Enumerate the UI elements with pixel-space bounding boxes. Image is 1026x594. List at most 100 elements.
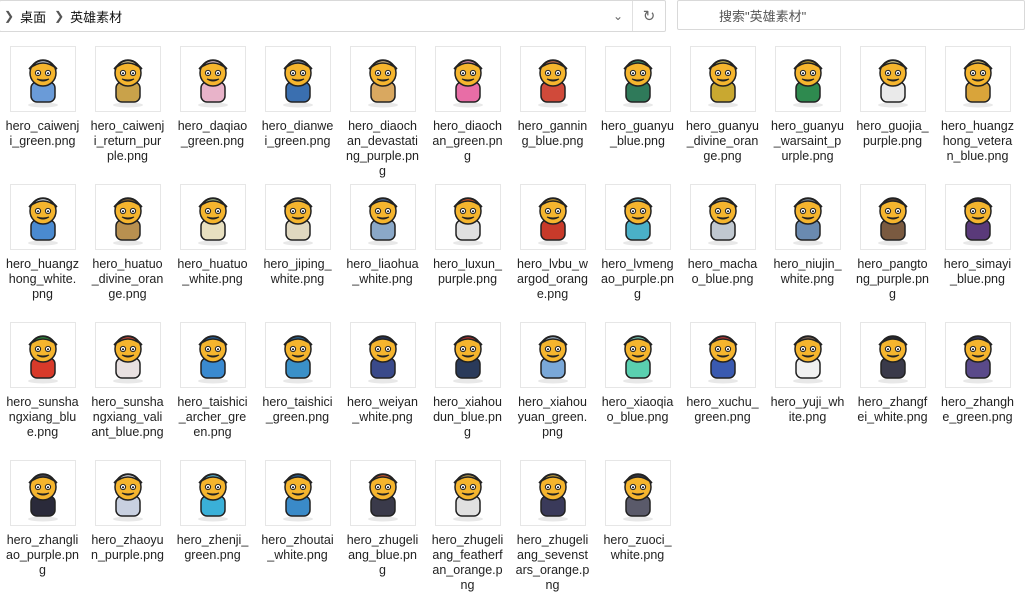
file-thumbnail[interactable] bbox=[94, 184, 161, 250]
file-item[interactable]: hero_machao_blue.png bbox=[680, 180, 765, 318]
file-name[interactable]: hero_machao_blue.png bbox=[686, 257, 760, 287]
file-item[interactable]: hero_zhangliao_purple.png bbox=[0, 456, 85, 594]
file-name[interactable]: hero_taishici_archer_green.png bbox=[176, 395, 250, 440]
chevron-down-icon[interactable]: ⌄ bbox=[605, 1, 631, 31]
refresh-icon[interactable]: ↻ bbox=[632, 1, 665, 31]
file-name[interactable]: hero_liaohua_white.png bbox=[346, 257, 420, 287]
file-item[interactable]: hero_zhanghe_green.png bbox=[935, 318, 1020, 456]
file-thumbnail[interactable] bbox=[179, 46, 246, 112]
file-thumbnail[interactable] bbox=[94, 460, 161, 526]
file-name[interactable]: hero_guanyu_blue.png bbox=[601, 119, 675, 149]
file-item[interactable]: hero_guanyu_blue.png bbox=[595, 42, 680, 180]
file-thumbnail[interactable] bbox=[349, 460, 416, 526]
file-name[interactable]: hero_diaochan_devastating_purple.png bbox=[346, 119, 420, 179]
file-name[interactable]: hero_diaochan_green.png bbox=[431, 119, 505, 164]
file-name[interactable]: hero_huatuo_white.png bbox=[176, 257, 250, 287]
file-item[interactable]: hero_taishici_archer_green.png bbox=[170, 318, 255, 456]
file-thumbnail[interactable] bbox=[9, 184, 76, 250]
file-thumbnail[interactable] bbox=[604, 184, 671, 250]
file-item[interactable]: hero_zuoci_white.png bbox=[595, 456, 680, 594]
file-name[interactable]: hero_pangtong_purple.png bbox=[856, 257, 930, 302]
file-name[interactable]: hero_zhangfei_white.png bbox=[856, 395, 930, 425]
file-item[interactable]: hero_niujin_white.png bbox=[765, 180, 850, 318]
file-name[interactable]: hero_yuji_white.png bbox=[771, 395, 845, 425]
file-name[interactable]: hero_zhugeliang_blue.png bbox=[346, 533, 420, 578]
file-thumbnail[interactable] bbox=[689, 46, 756, 112]
file-thumbnail[interactable] bbox=[944, 46, 1011, 112]
file-item[interactable]: hero_jiping_white.png bbox=[255, 180, 340, 318]
file-thumbnail[interactable] bbox=[9, 460, 76, 526]
file-item[interactable]: hero_luxun_purple.png bbox=[425, 180, 510, 318]
file-name[interactable]: hero_guojia_purple.png bbox=[856, 119, 930, 149]
file-item[interactable]: hero_caiwenji_green.png bbox=[0, 42, 85, 180]
search-input[interactable]: 搜索"英雄素材" bbox=[677, 0, 1025, 30]
file-thumbnail[interactable] bbox=[859, 184, 926, 250]
file-name[interactable]: hero_huangzhong_white.png bbox=[6, 257, 80, 302]
file-thumbnail[interactable] bbox=[434, 322, 501, 388]
file-name[interactable]: hero_ganning_blue.png bbox=[516, 119, 590, 149]
file-thumbnail[interactable] bbox=[689, 322, 756, 388]
file-name[interactable]: hero_xiahoudun_blue.png bbox=[431, 395, 505, 440]
file-item[interactable]: hero_sunshangxiang_blue.png bbox=[0, 318, 85, 456]
file-thumbnail[interactable] bbox=[434, 184, 501, 250]
file-thumbnail[interactable] bbox=[434, 460, 501, 526]
file-item[interactable]: hero_zhaoyun_purple.png bbox=[85, 456, 170, 594]
file-thumbnail[interactable] bbox=[264, 184, 331, 250]
file-item[interactable]: hero_sunshangxiang_valiant_blue.png bbox=[85, 318, 170, 456]
file-item[interactable]: hero_huatuo_divine_orange.png bbox=[85, 180, 170, 318]
file-name[interactable]: hero_guanyu_warsaint_purple.png bbox=[771, 119, 845, 164]
file-item[interactable]: hero_zhugeliang_sevenstars_orange.png bbox=[510, 456, 595, 594]
file-item[interactable]: hero_guojia_purple.png bbox=[850, 42, 935, 180]
file-thumbnail[interactable] bbox=[944, 322, 1011, 388]
file-item[interactable]: hero_xuchu_green.png bbox=[680, 318, 765, 456]
file-name[interactable]: hero_dianwei_green.png bbox=[261, 119, 335, 149]
file-item[interactable]: hero_diaochan_devastating_purple.png bbox=[340, 42, 425, 180]
file-item[interactable]: hero_simayi_blue.png bbox=[935, 180, 1020, 318]
file-thumbnail[interactable] bbox=[859, 46, 926, 112]
file-name[interactable]: hero_zhaoyun_purple.png bbox=[91, 533, 165, 563]
file-item[interactable]: hero_guanyu_warsaint_purple.png bbox=[765, 42, 850, 180]
file-name[interactable]: hero_zhanghe_green.png bbox=[941, 395, 1015, 425]
file-thumbnail[interactable] bbox=[264, 460, 331, 526]
file-thumbnail[interactable] bbox=[264, 46, 331, 112]
file-item[interactable]: hero_weiyan_white.png bbox=[340, 318, 425, 456]
chevron-right-icon[interactable]: ❯ bbox=[4, 9, 14, 23]
file-thumbnail[interactable] bbox=[264, 322, 331, 388]
file-name[interactable]: hero_xiaoqiao_blue.png bbox=[601, 395, 675, 425]
file-item[interactable]: hero_xiahouyuan_green.png bbox=[510, 318, 595, 456]
file-item[interactable]: hero_taishici_green.png bbox=[255, 318, 340, 456]
file-name[interactable]: hero_zhugeliang_featherfan_orange.png bbox=[431, 533, 505, 593]
file-name[interactable]: hero_zhangliao_purple.png bbox=[6, 533, 80, 578]
file-thumbnail[interactable] bbox=[519, 46, 586, 112]
file-thumbnail[interactable] bbox=[94, 46, 161, 112]
file-thumbnail[interactable] bbox=[944, 184, 1011, 250]
file-name[interactable]: hero_lvmengao_purple.png bbox=[601, 257, 675, 302]
file-thumbnail[interactable] bbox=[94, 322, 161, 388]
file-item[interactable]: hero_huatuo_white.png bbox=[170, 180, 255, 318]
file-name[interactable]: hero_zuoci_white.png bbox=[601, 533, 675, 563]
file-item[interactable]: hero_zhoutai_white.png bbox=[255, 456, 340, 594]
file-item[interactable]: hero_huangzhong_white.png bbox=[0, 180, 85, 318]
file-item[interactable]: hero_lvbu_wargod_orange.png bbox=[510, 180, 595, 318]
file-name[interactable]: hero_huangzhong_veteran_blue.png bbox=[941, 119, 1015, 164]
file-name[interactable]: hero_sunshangxiang_blue.png bbox=[6, 395, 80, 440]
file-thumbnail[interactable] bbox=[859, 322, 926, 388]
file-thumbnail[interactable] bbox=[179, 322, 246, 388]
file-thumbnail[interactable] bbox=[349, 46, 416, 112]
file-item[interactable]: hero_liaohua_white.png bbox=[340, 180, 425, 318]
file-thumbnail[interactable] bbox=[519, 322, 586, 388]
file-thumbnail[interactable] bbox=[519, 460, 586, 526]
file-item[interactable]: hero_ganning_blue.png bbox=[510, 42, 595, 180]
file-thumbnail[interactable] bbox=[519, 184, 586, 250]
file-name[interactable]: hero_xuchu_green.png bbox=[686, 395, 760, 425]
file-item[interactable]: hero_zhangfei_white.png bbox=[850, 318, 935, 456]
file-name[interactable]: hero_daqiao_green.png bbox=[176, 119, 250, 149]
file-item[interactable]: hero_zhugeliang_featherfan_orange.png bbox=[425, 456, 510, 594]
file-thumbnail[interactable] bbox=[774, 184, 841, 250]
file-thumbnail[interactable] bbox=[604, 322, 671, 388]
file-name[interactable]: hero_zhugeliang_sevenstars_orange.png bbox=[516, 533, 590, 593]
file-name[interactable]: hero_jiping_white.png bbox=[261, 257, 335, 287]
file-item[interactable]: hero_caiwenji_return_purple.png bbox=[85, 42, 170, 180]
file-item[interactable]: hero_zhenji_green.png bbox=[170, 456, 255, 594]
file-thumbnail[interactable] bbox=[604, 46, 671, 112]
